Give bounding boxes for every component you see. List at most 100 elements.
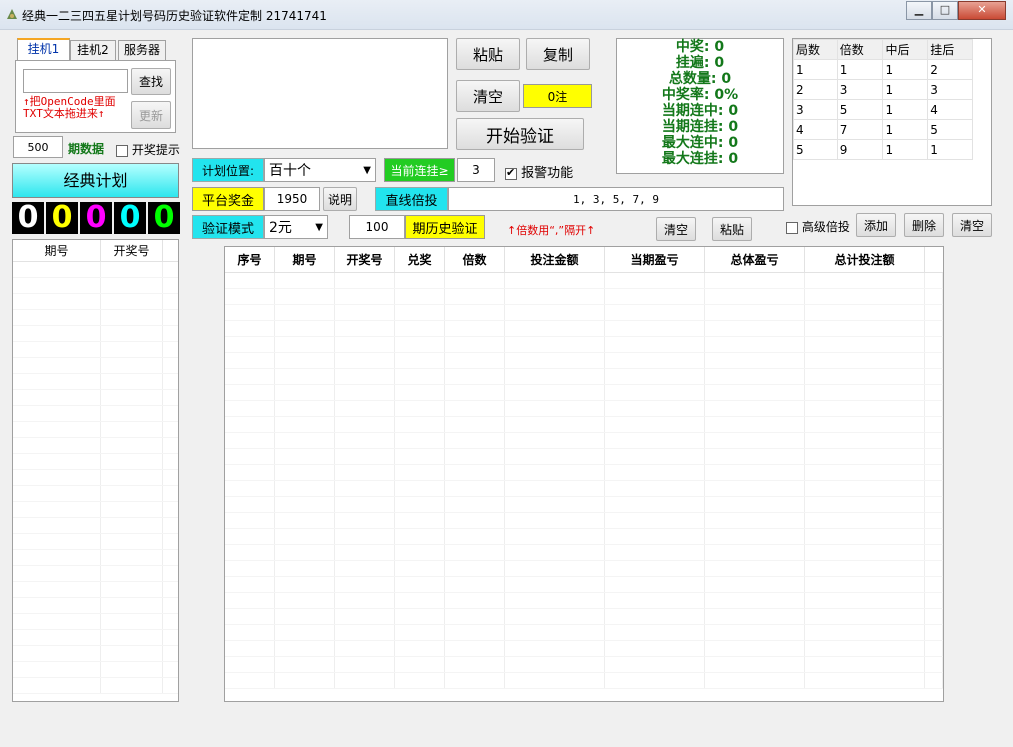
results-empty-cell xyxy=(505,433,605,448)
maximize-icon[interactable]: □ xyxy=(932,1,958,20)
draw-list-empty-cell xyxy=(13,278,101,293)
tab-guaji1[interactable]: 挂机1 xyxy=(17,38,70,62)
bet-table-row[interactable]: 2313 xyxy=(793,79,973,100)
results-empty-cell xyxy=(605,513,705,528)
results-empty-cell xyxy=(335,433,395,448)
results-empty-cell xyxy=(395,481,445,496)
results-col-header[interactable]: 总体盈亏 xyxy=(705,247,805,272)
explain-button[interactable]: 说明 xyxy=(323,187,357,211)
paste-button[interactable]: 粘贴 xyxy=(456,38,520,70)
results-empty-row xyxy=(225,369,943,385)
clear-advanced-button[interactable]: 清空 xyxy=(952,213,992,237)
results-empty-cell xyxy=(805,449,925,464)
clear-button[interactable]: 清空 xyxy=(456,80,520,112)
plan-position-select[interactable]: 百十个 ▼ xyxy=(264,158,376,182)
results-empty-cell xyxy=(505,289,605,304)
bet-table-row[interactable]: 3514 xyxy=(793,99,973,120)
draw-list-empty-row xyxy=(13,390,178,406)
results-empty-cell xyxy=(925,385,943,400)
stat-current-miss-streak: 当期连挂: 0 xyxy=(661,119,739,135)
results-col-header[interactable]: 倍数 xyxy=(445,247,505,272)
results-empty-cell xyxy=(705,561,805,576)
results-empty-cell xyxy=(225,417,275,432)
results-col-header[interactable]: 总计投注额 xyxy=(805,247,925,272)
bet-table[interactable]: 局数 倍数 中后 挂后 11122313351447155911 xyxy=(792,38,992,206)
draw-list-empty-cell xyxy=(101,342,163,357)
alarm-checkbox[interactable]: 报警功能 xyxy=(505,162,573,181)
results-empty-cell xyxy=(805,369,925,384)
results-empty-cell xyxy=(705,545,805,560)
clear-multiplier-button[interactable]: 清空 xyxy=(656,217,696,241)
results-empty-cell xyxy=(275,433,335,448)
results-empty-cell xyxy=(225,353,275,368)
checkbox-icon[interactable] xyxy=(116,144,128,157)
results-empty-cell xyxy=(395,321,445,336)
checkbox-icon[interactable] xyxy=(786,221,798,234)
add-button[interactable]: 添加 xyxy=(856,213,896,237)
draw-list-empty-cell xyxy=(101,646,163,661)
tab-guaji2[interactable]: 挂机2 xyxy=(70,40,116,61)
platform-prize-input[interactable]: 1950 xyxy=(264,187,320,211)
draw-list[interactable]: 期号 开奖号 xyxy=(12,239,179,702)
copy-button[interactable]: 复制 xyxy=(526,38,590,70)
results-empty-cell xyxy=(805,513,925,528)
results-col-header[interactable]: 序号 xyxy=(225,247,275,272)
linear-multiplier-input[interactable]: 1, 3, 5, 7, 9 xyxy=(448,187,784,211)
results-empty-cell xyxy=(445,561,505,576)
plan-textarea[interactable] xyxy=(192,38,448,149)
start-verify-button[interactable]: 开始验证 xyxy=(456,118,584,150)
results-empty-cell xyxy=(275,369,335,384)
current-streak-input[interactable]: 3 xyxy=(457,158,495,182)
results-col-header[interactable]: 期号 xyxy=(275,247,335,272)
history-periods-input[interactable]: 100 xyxy=(349,215,405,239)
results-empty-cell xyxy=(705,369,805,384)
results-table[interactable]: 序号 期号 开奖号 兑奖 倍数 投注金额 当期盈亏 总体盈亏 总计投注额 xyxy=(224,246,944,702)
results-empty-cell xyxy=(275,289,335,304)
bet-table-row[interactable]: 5911 xyxy=(793,139,973,160)
paste-multiplier-button[interactable]: 粘贴 xyxy=(712,217,752,241)
results-col-header[interactable]: 当期盈亏 xyxy=(605,247,705,272)
results-empty-cell xyxy=(275,673,335,688)
results-col-header[interactable]: 开奖号 xyxy=(335,247,395,272)
platform-prize-label: 平台奖金 xyxy=(192,187,264,211)
results-empty-cell xyxy=(445,497,505,512)
update-button[interactable]: 更新 xyxy=(131,101,171,129)
draw-list-empty-cell xyxy=(13,598,101,613)
history-verify-button[interactable]: 期历史验证 xyxy=(405,215,485,239)
results-empty-cell xyxy=(505,577,605,592)
results-empty-cell xyxy=(805,433,925,448)
minimize-icon[interactable]: ▁ xyxy=(906,1,932,20)
results-empty-cell xyxy=(335,673,395,688)
tab-server[interactable]: 服务器 xyxy=(118,40,166,61)
results-empty-cell xyxy=(505,417,605,432)
results-empty-cell xyxy=(275,513,335,528)
close-icon[interactable]: ✕ xyxy=(958,1,1006,20)
results-empty-cell xyxy=(445,577,505,592)
draw-list-empty-cell xyxy=(101,310,163,325)
results-empty-cell xyxy=(335,657,395,672)
results-empty-cell xyxy=(605,305,705,320)
search-button[interactable]: 查找 xyxy=(131,68,171,95)
periods-input[interactable]: 500 xyxy=(13,136,63,158)
search-input[interactable] xyxy=(23,69,128,93)
verify-mode-select[interactable]: 2元 ▼ xyxy=(264,215,328,239)
results-empty-cell xyxy=(925,433,943,448)
checkbox-checked-icon[interactable] xyxy=(505,166,517,180)
plan-position-label: 计划位置: xyxy=(192,158,264,182)
results-empty-cell xyxy=(505,657,605,672)
bet-table-row[interactable]: 1112 xyxy=(793,59,973,80)
results-col-header[interactable]: 兑奖 xyxy=(395,247,445,272)
results-empty-cell xyxy=(225,273,275,288)
results-empty-cell xyxy=(925,305,943,320)
results-empty-cell xyxy=(225,657,275,672)
lottery-tip-checkbox[interactable]: 开奖提示 xyxy=(116,141,180,158)
results-empty-cell xyxy=(705,657,805,672)
draw-list-empty-row xyxy=(13,582,178,598)
results-empty-cell xyxy=(335,609,395,624)
results-col-header[interactable]: 投注金额 xyxy=(505,247,605,272)
advanced-multiplier-checkbox[interactable]: 高级倍投 xyxy=(786,218,850,235)
bet-table-row[interactable]: 4715 xyxy=(793,119,973,140)
results-empty-cell xyxy=(335,529,395,544)
bet-table-cell: 1 xyxy=(882,99,929,120)
delete-button[interactable]: 删除 xyxy=(904,213,944,237)
